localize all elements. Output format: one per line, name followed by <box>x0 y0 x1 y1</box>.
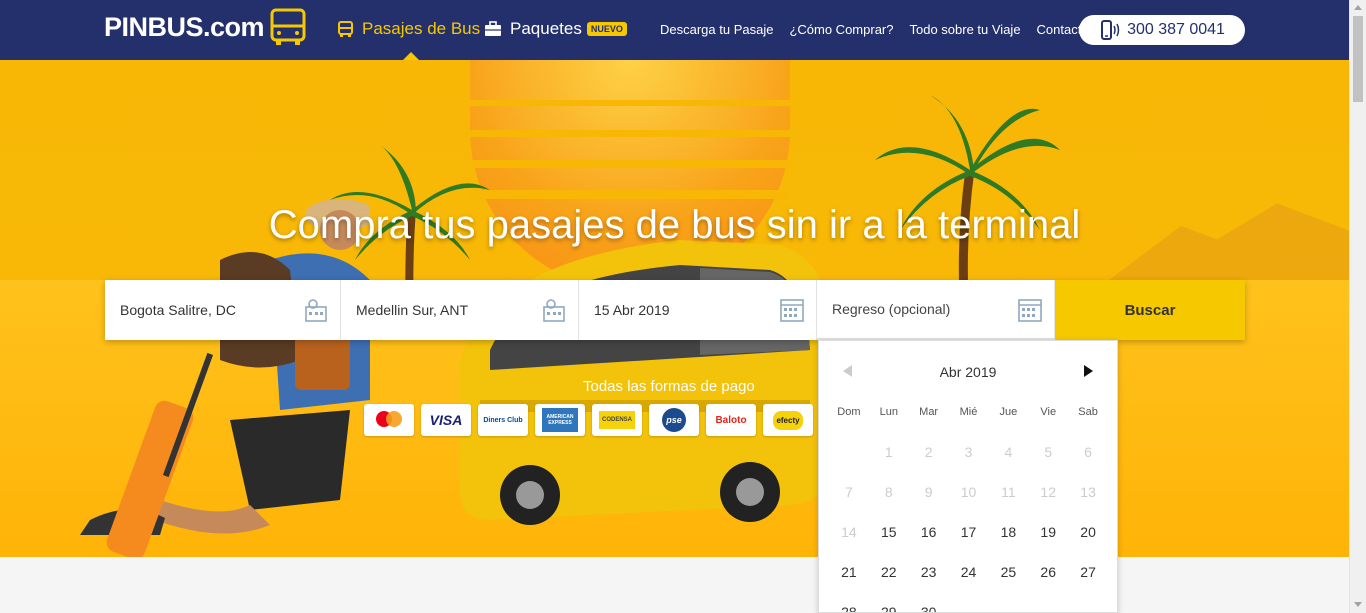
departure-date-value: 15 Abr 2019 <box>594 302 670 318</box>
calendar-day[interactable]: 17 <box>949 521 989 561</box>
calendar-day[interactable]: 23 <box>909 561 949 601</box>
return-date-placeholder: Regreso (opcional) <box>832 301 951 317</box>
calendar-header: Abr 2019 <box>819 341 1117 401</box>
logo[interactable]: PINBUS.com <box>104 8 306 46</box>
calendar-month: Abr 2019 <box>939 364 997 380</box>
departure-date-field[interactable]: 15 Abr 2019 <box>579 280 817 340</box>
header-links: Descarga tu Pasaje ¿Cómo Comprar? Todo s… <box>660 22 1089 37</box>
calendar-day[interactable]: 19 <box>1028 521 1068 561</box>
calendar-day: 8 <box>884 484 893 500</box>
calendar-day[interactable]: 28 <box>829 601 869 612</box>
calendar-day: 6 <box>1084 444 1092 460</box>
calendar-day[interactable]: 21 <box>829 561 869 601</box>
calendar-day[interactable]: 20 <box>1068 521 1108 561</box>
hero-banner: Compra tus pasajes de bus sin ir a la te… <box>0 60 1349 557</box>
nav-paquetes-label: Paquetes <box>510 19 582 38</box>
calendar-day[interactable]: 25 <box>988 561 1028 601</box>
search-button[interactable]: Buscar <box>1055 280 1245 340</box>
calendar-day: 2 <box>924 444 933 460</box>
calendar-day[interactable]: 27 <box>1068 561 1108 601</box>
calendar-day[interactable]: 29 <box>869 601 909 612</box>
phone-button[interactable]: 300 387 0041 <box>1079 15 1245 45</box>
calendar-day: 12 <box>1040 484 1056 500</box>
mastercard-logo <box>364 404 414 436</box>
bus-graphic <box>460 240 835 525</box>
scrollbar[interactable] <box>1349 0 1366 613</box>
page-content-area <box>0 557 1349 613</box>
scroll-up-icon[interactable] <box>1354 5 1362 10</box>
destination-field[interactable]: Medellin Sur, ANT <box>341 280 579 340</box>
logo-bus-icon <box>270 8 306 45</box>
link-descarga-pasaje[interactable]: Descarga tu Pasaje <box>660 22 773 37</box>
calendar-weekday: Dom <box>837 406 861 418</box>
calendar-empty-cell <box>829 441 869 481</box>
calendar-weekday: Jue <box>999 406 1018 418</box>
calendar-day[interactable]: 26 <box>1028 561 1068 601</box>
arrow-right-icon[interactable] <box>1084 365 1093 377</box>
calendar-day[interactable]: 16 <box>909 521 949 561</box>
pse-logo: pse <box>649 404 699 436</box>
calendar-day[interactable]: 18 <box>988 521 1028 561</box>
calendar-icon <box>780 299 804 322</box>
new-badge: NUEVO <box>586 22 627 36</box>
calendar-day: 4 <box>1004 444 1013 460</box>
origin-field[interactable]: Bogota Salitre, DC <box>105 280 341 340</box>
visa-logo: VISA <box>421 404 471 436</box>
payment-methods-title: Todas las formas de pago <box>583 378 755 395</box>
phone-number: 300 387 0041 <box>1127 21 1225 38</box>
nav-bus-label: Pasajes de Bus <box>362 19 481 38</box>
building-icon <box>543 299 565 322</box>
calendar-weekday: Mar <box>919 406 939 418</box>
bus-icon <box>338 20 353 37</box>
scroll-down-icon[interactable] <box>1354 602 1362 607</box>
calendar-day: 3 <box>964 444 973 460</box>
search-form: Bogota Salitre, DC Medellin Sur, ANT 15 … <box>105 280 1245 340</box>
phone-icon <box>1101 20 1120 40</box>
calendar-day: 9 <box>924 484 933 500</box>
calendar-weekday: Sab <box>1078 406 1098 418</box>
destination-value: Medellin Sur, ANT <box>356 302 469 318</box>
american-express-logo: AMERICAN EXPRESS <box>535 404 585 436</box>
calendar-day: 14 <box>841 524 857 540</box>
return-date-field[interactable]: Regreso (opcional) <box>817 280 1055 340</box>
calendar-day[interactable]: 30 <box>909 601 949 612</box>
calendar-day[interactable]: 24 <box>949 561 989 601</box>
calendar-day: 5 <box>1044 444 1053 460</box>
nav-pasajes-de-bus[interactable]: Pasajes de Bus <box>337 19 480 39</box>
site-header: PINBUS.com Pasajes de Bus Paquetes NUEVO… <box>0 0 1349 60</box>
building-icon <box>305 299 327 322</box>
origin-value: Bogota Salitre, DC <box>120 302 236 318</box>
link-todo-viaje[interactable]: Todo sobre tu Viaje <box>909 22 1020 37</box>
calendar-day: 13 <box>1080 484 1096 500</box>
calendar-day: 1 <box>884 444 893 460</box>
calendar-day[interactable]: 15 <box>869 521 909 561</box>
traveler-graphic <box>80 200 370 557</box>
calendar-grid: Dom Lun Mar Mié Jue Vie Sab 1 2 3 4 5 6 7 8 9 10 11 12 13 14… <box>829 401 1108 612</box>
baloto-logo: Baloto <box>706 404 756 436</box>
return-date-calendar: Abr 2019 Dom Lun Mar Mié Jue Vie Sab 1 2 3 4 5 6 7 8 9 1… <box>818 340 1118 613</box>
diners-club-logo: Diners Club <box>478 404 528 436</box>
link-como-comprar[interactable]: ¿Cómo Comprar? <box>789 22 893 37</box>
scrollbar-thumb[interactable] <box>1353 16 1363 102</box>
calendar-day: 10 <box>960 484 977 500</box>
briefcase-icon <box>485 21 501 36</box>
calendar-weekday: Vie <box>1040 406 1057 418</box>
codensa-logo: CODENSA <box>592 404 642 436</box>
efecty-logo: efecty <box>763 404 813 436</box>
active-nav-indicator <box>403 52 419 60</box>
calendar-day: 11 <box>1001 484 1016 500</box>
logo-text: PINBUS.com <box>104 11 265 42</box>
payment-methods: VISA Diners Club AMERICAN EXPRESS CODENS… <box>364 404 813 436</box>
calendar-weekday: Lun <box>879 406 898 418</box>
calendar-icon <box>1018 299 1042 322</box>
calendar-day: 7 <box>845 484 853 500</box>
nav-paquetes[interactable]: Paquetes NUEVO <box>484 19 627 39</box>
calendar-weekday: Mié <box>959 406 978 418</box>
calendar-day[interactable]: 22 <box>869 561 909 601</box>
hero-title: Compra tus pasajes de bus sin ir a la te… <box>268 203 1081 247</box>
